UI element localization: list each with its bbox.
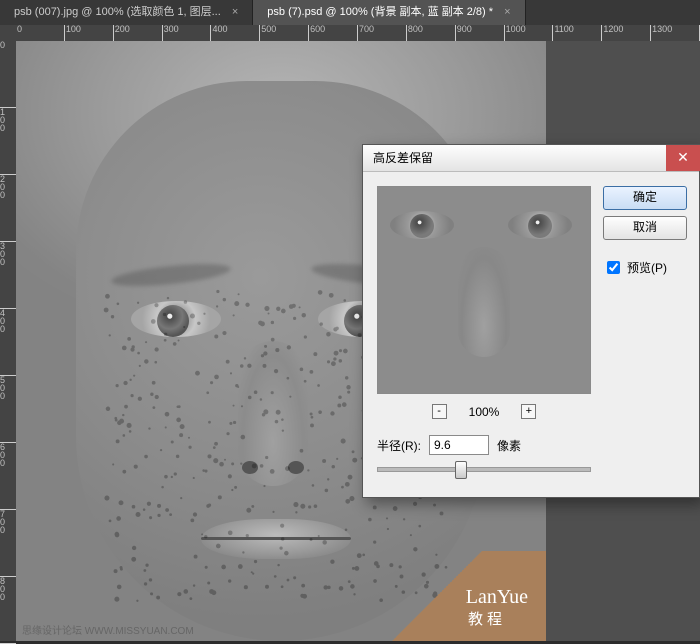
radius-unit: 像素 bbox=[497, 437, 521, 454]
signature-overlay: LanYue 教程 bbox=[356, 551, 546, 641]
ruler-horizontal[interactable]: 0100200300400500600700800900100011001200… bbox=[16, 25, 700, 42]
cancel-button[interactable]: 取消 bbox=[603, 216, 687, 240]
filter-preview[interactable] bbox=[377, 186, 591, 394]
slider-track bbox=[377, 467, 591, 472]
tab-label: psb (007).jpg @ 100% (选取颜色 1, 图层... bbox=[14, 6, 221, 18]
preview-checkbox-row[interactable]: 预览(P) bbox=[603, 258, 667, 277]
slider-thumb[interactable] bbox=[455, 461, 467, 479]
document-tab-active[interactable]: psb (7).psd @ 100% (背景 副本, 蓝 副本 2/8) * × bbox=[253, 0, 525, 25]
dialog-titlebar[interactable]: 高反差保留 ✕ bbox=[363, 145, 699, 172]
close-icon[interactable]: ✕ bbox=[666, 145, 700, 171]
radius-label: 半径(R): bbox=[377, 437, 421, 454]
high-pass-dialog: 高反差保留 ✕ 确定 取消 预览(P) - 100% + bbox=[362, 144, 700, 498]
close-icon[interactable]: × bbox=[504, 6, 510, 18]
preview-checkbox[interactable] bbox=[607, 261, 620, 274]
ok-button[interactable]: 确定 bbox=[603, 186, 687, 210]
document-tabs: psb (007).jpg @ 100% (选取颜色 1, 图层... × ps… bbox=[0, 0, 700, 26]
zoom-out-button[interactable]: - bbox=[432, 404, 447, 419]
signature-cn: 教程 bbox=[468, 608, 506, 629]
zoom-level: 100% bbox=[469, 405, 500, 419]
close-icon[interactable]: × bbox=[232, 6, 238, 18]
zoom-in-button[interactable]: + bbox=[521, 404, 536, 419]
ruler-vertical[interactable]: 0100200300400500600700800 bbox=[0, 41, 17, 641]
radius-slider[interactable] bbox=[377, 459, 591, 477]
document-tab[interactable]: psb (007).jpg @ 100% (选取颜色 1, 图层... × bbox=[0, 0, 253, 25]
radius-input[interactable] bbox=[429, 435, 489, 455]
preview-checkbox-label: 预览(P) bbox=[627, 259, 667, 276]
tab-label: psb (7).psd @ 100% (背景 副本, 蓝 副本 2/8) * bbox=[267, 6, 493, 18]
watermark-text: 思缘设计论坛 WWW.MISSYUAN.COM bbox=[22, 622, 194, 637]
dialog-title: 高反差保留 bbox=[373, 145, 433, 171]
signature-script: LanYue bbox=[466, 586, 528, 609]
